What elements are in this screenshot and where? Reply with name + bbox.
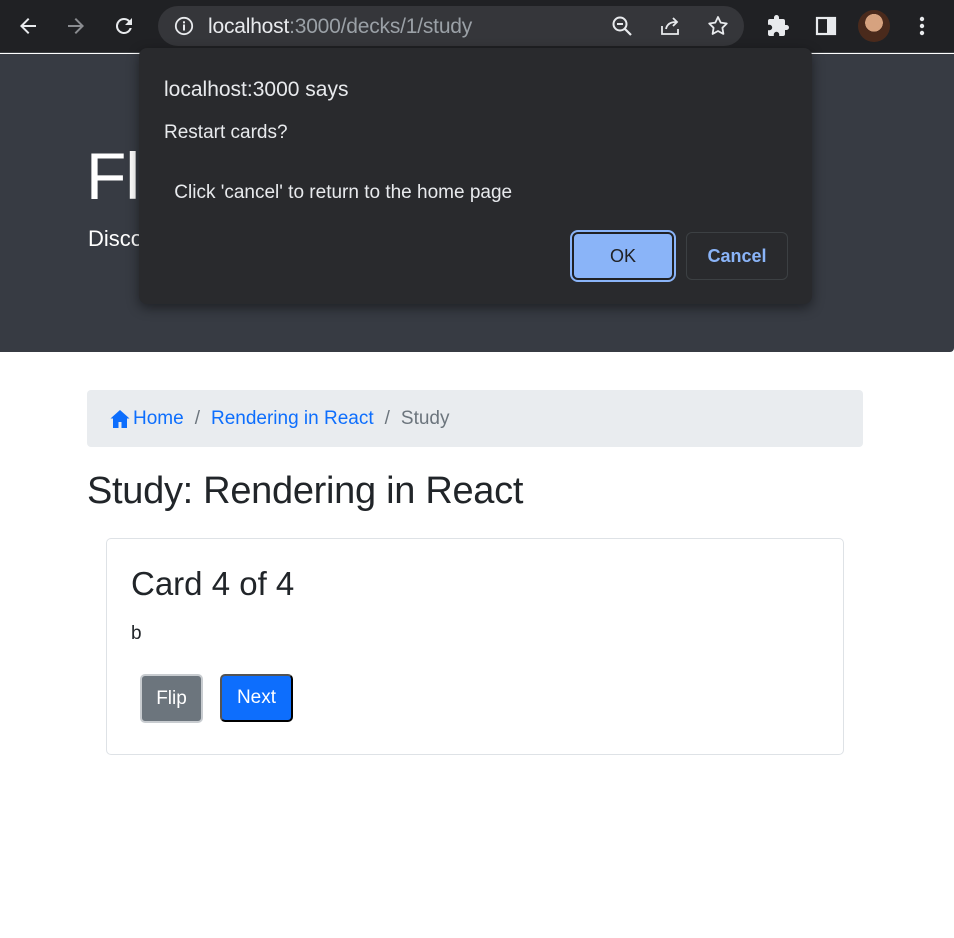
menu-button[interactable] bbox=[908, 12, 936, 40]
reload-button[interactable] bbox=[106, 8, 142, 44]
side-panel-button[interactable] bbox=[812, 12, 840, 40]
dialog-origin: localhost:3000 says bbox=[164, 78, 349, 101]
kebab-menu-icon bbox=[919, 16, 925, 36]
share-icon[interactable] bbox=[658, 14, 682, 38]
arrow-right-icon bbox=[68, 18, 84, 34]
zoom-out-icon[interactable] bbox=[610, 14, 634, 38]
card-title: Card 4 of 4 bbox=[131, 565, 295, 602]
page-title: Study: Rendering in React bbox=[87, 470, 524, 512]
house-icon bbox=[110, 409, 130, 428]
arrow-left-icon bbox=[20, 18, 36, 34]
dialog-ok-button[interactable]: OK bbox=[570, 230, 676, 282]
breadcrumb-home-link[interactable]: Home bbox=[109, 408, 184, 430]
url-path: :3000/decks/1/study bbox=[289, 15, 473, 38]
study-card: Card 4 of 4 b Flip Next bbox=[106, 538, 844, 755]
breadcrumb-current: Study bbox=[400, 407, 450, 429]
next-button[interactable]: Next bbox=[220, 674, 293, 722]
back-button[interactable] bbox=[10, 8, 46, 44]
extensions-button[interactable] bbox=[764, 12, 792, 40]
profile-avatar[interactable] bbox=[858, 10, 890, 42]
breadcrumb-home-label: Home bbox=[133, 407, 184, 429]
side-panel-icon bbox=[815, 16, 837, 36]
url-text[interactable]: localhost:3000/decks/1/study bbox=[208, 15, 472, 39]
card-text: b bbox=[131, 623, 142, 644]
address-bar[interactable]: localhost:3000/decks/1/study bbox=[158, 6, 744, 46]
forward-button[interactable] bbox=[58, 8, 94, 44]
breadcrumb-separator: / bbox=[384, 407, 390, 429]
reload-icon bbox=[115, 17, 132, 34]
confirm-dialog: localhost:3000 says Restart cards? Click… bbox=[139, 48, 812, 304]
url-host: localhost bbox=[208, 15, 290, 38]
flip-button[interactable]: Flip bbox=[140, 674, 203, 723]
app-subtitle: Disco bbox=[88, 226, 144, 251]
browser-toolbar: localhost:3000/decks/1/study bbox=[0, 0, 954, 53]
dialog-message-line2: Click 'cancel' to return to the home pag… bbox=[169, 182, 513, 203]
dialog-message-line1: Restart cards? bbox=[164, 122, 288, 143]
breadcrumb: Home / Rendering in React / Study bbox=[87, 390, 863, 447]
info-icon[interactable] bbox=[174, 16, 194, 36]
puzzle-icon bbox=[768, 15, 789, 36]
dialog-cancel-button[interactable]: Cancel bbox=[686, 232, 788, 280]
breadcrumb-separator: / bbox=[194, 407, 200, 429]
breadcrumb-deck-link[interactable]: Rendering in React bbox=[211, 408, 374, 430]
bookmark-star-icon[interactable] bbox=[706, 14, 730, 38]
